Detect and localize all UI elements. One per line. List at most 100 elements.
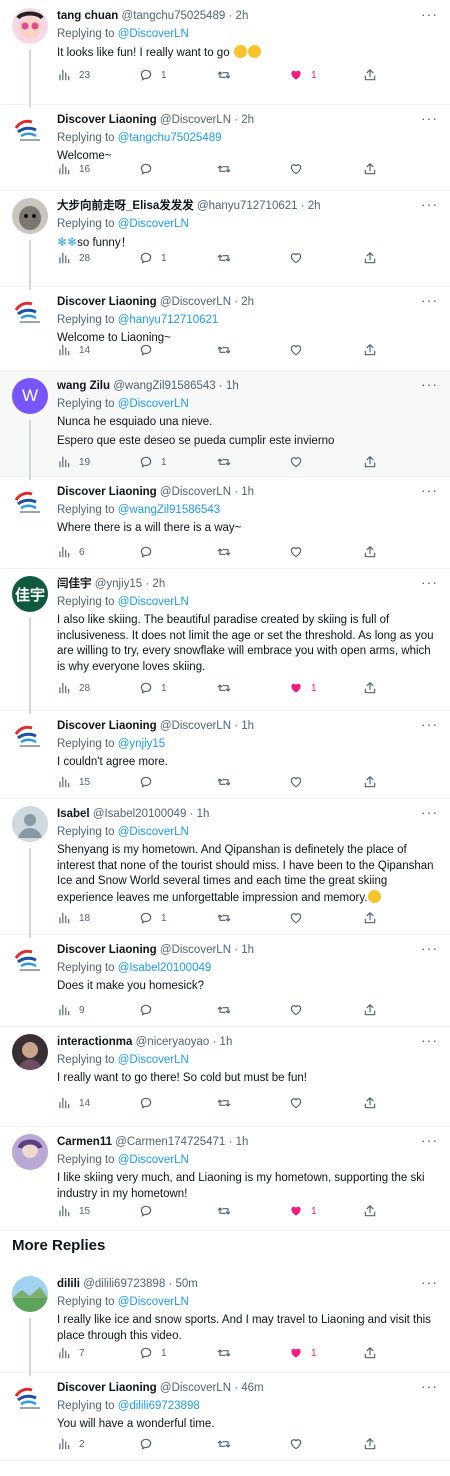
tweet[interactable]: ··· Discover Liaoning @DiscoverLN · 1h Rep… — [0, 476, 450, 569]
timestamp[interactable]: 50m — [175, 1278, 197, 1290]
handle[interactable]: @Carmen174725471 — [115, 1136, 225, 1148]
share-button[interactable] — [363, 774, 383, 790]
like-button[interactable] — [289, 544, 363, 560]
like-button[interactable] — [289, 1095, 363, 1111]
retweet-button[interactable] — [217, 454, 289, 470]
handle[interactable]: @hanyu712710621 — [197, 200, 298, 212]
tweet[interactable]: ··· interactionma @niceryaoyao · 1h Replyi… — [0, 1026, 450, 1127]
reply-button[interactable] — [139, 774, 217, 790]
tweet[interactable]: ··· tang chuan @tangchu75025489 · 2h Reply… — [0, 0, 450, 105]
avatar[interactable] — [12, 8, 48, 44]
avatar[interactable] — [12, 1134, 48, 1170]
like-button[interactable]: 1 — [289, 680, 363, 696]
timestamp[interactable]: 1h — [197, 808, 210, 820]
handle[interactable]: @ynjiy15 — [95, 578, 142, 590]
views-button[interactable]: 16 — [57, 161, 139, 177]
reply-button[interactable] — [139, 544, 217, 560]
tweet[interactable]: ··· Discover Liaoning @DiscoverLN · 1h Rep… — [0, 710, 450, 799]
display-name[interactable]: Isabel — [57, 808, 90, 820]
views-button[interactable]: 15 — [57, 774, 139, 790]
retweet-button[interactable] — [217, 544, 289, 560]
reply-mention-link[interactable]: @DiscoverLN — [118, 1296, 189, 1308]
share-button[interactable] — [363, 67, 383, 83]
reply-button[interactable] — [139, 1095, 217, 1111]
display-name[interactable]: Discover Liaoning — [57, 720, 157, 732]
handle[interactable]: @DiscoverLN — [160, 296, 231, 308]
display-name[interactable]: Discover Liaoning — [57, 944, 157, 956]
views-button[interactable]: 28 — [57, 680, 139, 696]
display-name[interactable]: tang chuan — [57, 10, 118, 22]
reply-mention-link[interactable]: @wangZil91586543 — [118, 504, 220, 516]
avatar[interactable] — [12, 1034, 48, 1070]
tweet[interactable]: ··· dilili @dilili69723898 · 50m Replying … — [0, 1268, 450, 1373]
timestamp[interactable]: 2h — [308, 200, 321, 212]
timestamp[interactable]: 1h — [241, 720, 254, 732]
share-button[interactable] — [363, 1002, 383, 1018]
views-button[interactable]: 18 — [57, 910, 139, 926]
timestamp[interactable]: 1h — [220, 1036, 233, 1048]
timestamp[interactable]: 2h — [241, 114, 254, 126]
handle[interactable]: @tangchu75025489 — [122, 10, 226, 22]
views-button[interactable]: 15 — [57, 1203, 139, 1219]
timestamp[interactable]: 2h — [241, 296, 254, 308]
timestamp[interactable]: 46m — [241, 1382, 263, 1394]
reply-button[interactable]: 1 — [139, 1345, 217, 1361]
reply-mention-link[interactable]: @DiscoverLN — [118, 1154, 189, 1166]
like-button[interactable] — [289, 1436, 363, 1452]
views-button[interactable]: 9 — [57, 1002, 139, 1018]
like-button[interactable] — [289, 774, 363, 790]
discover-liaoning-logo[interactable] — [12, 942, 48, 978]
display-name[interactable]: Discover Liaoning — [57, 1382, 157, 1394]
reply-mention-link[interactable]: @ynjiy15 — [118, 738, 165, 750]
like-button[interactable]: 1 — [289, 67, 363, 83]
display-name[interactable]: Carmen11 — [57, 1136, 112, 1148]
reply-button[interactable]: 1 — [139, 67, 217, 83]
timestamp[interactable]: 2h — [152, 578, 165, 590]
reply-mention-link[interactable]: @DiscoverLN — [118, 28, 189, 40]
share-button[interactable] — [363, 250, 383, 266]
avatar[interactable]: W — [12, 378, 48, 414]
tweet[interactable]: ··· Isabel @Isabel20100049 · 1h Replying t… — [0, 798, 450, 935]
views-button[interactable]: 7 — [57, 1345, 139, 1361]
avatar[interactable] — [12, 1276, 48, 1312]
reply-button[interactable]: 1 — [139, 250, 217, 266]
reply-button[interactable] — [139, 161, 217, 177]
tweet[interactable]: ··· Discover Liaoning @DiscoverLN · 2h Rep… — [0, 286, 450, 371]
like-button[interactable]: 1 — [289, 1345, 363, 1361]
reply-mention-link[interactable]: @Isabel20100049 — [118, 962, 212, 974]
tweet[interactable]: 佳宇 ··· 闫佳宇 @ynjiy15 · 2h Replying to @Disco… — [0, 568, 450, 711]
retweet-button[interactable] — [217, 1345, 289, 1361]
share-button[interactable] — [363, 342, 383, 358]
share-button[interactable] — [363, 1203, 383, 1219]
reply-button[interactable] — [139, 342, 217, 358]
views-button[interactable]: 2 — [57, 1436, 139, 1452]
timestamp[interactable]: 1h — [241, 486, 254, 498]
reply-button[interactable] — [139, 1203, 217, 1219]
share-button[interactable] — [363, 454, 383, 470]
handle[interactable]: @wangZil91586543 — [113, 380, 215, 392]
discover-liaoning-logo[interactable] — [12, 718, 48, 754]
tweet[interactable]: ··· Discover Liaoning @DiscoverLN · 1h Rep… — [0, 934, 450, 1027]
like-button[interactable]: 1 — [289, 1203, 363, 1219]
retweet-button[interactable] — [217, 910, 289, 926]
timestamp[interactable]: 2h — [236, 10, 249, 22]
retweet-button[interactable] — [217, 250, 289, 266]
avatar[interactable]: 佳宇 — [12, 576, 48, 612]
retweet-button[interactable] — [217, 774, 289, 790]
display-name[interactable]: wang Zilu — [57, 380, 110, 392]
discover-liaoning-logo[interactable] — [12, 112, 48, 148]
share-button[interactable] — [363, 1436, 383, 1452]
like-button[interactable] — [289, 250, 363, 266]
reply-button[interactable]: 1 — [139, 910, 217, 926]
discover-liaoning-logo[interactable] — [12, 484, 48, 520]
reply-mention-link[interactable]: @hanyu712710621 — [118, 314, 219, 326]
handle[interactable]: @DiscoverLN — [160, 944, 231, 956]
retweet-button[interactable] — [217, 1002, 289, 1018]
timestamp[interactable]: 1h — [241, 944, 254, 956]
reply-mention-link[interactable]: @dilili69723898 — [118, 1400, 200, 1412]
retweet-button[interactable] — [217, 161, 289, 177]
reply-button[interactable] — [139, 1002, 217, 1018]
retweet-button[interactable] — [217, 67, 289, 83]
views-button[interactable]: 28 — [57, 250, 139, 266]
like-button[interactable] — [289, 161, 363, 177]
